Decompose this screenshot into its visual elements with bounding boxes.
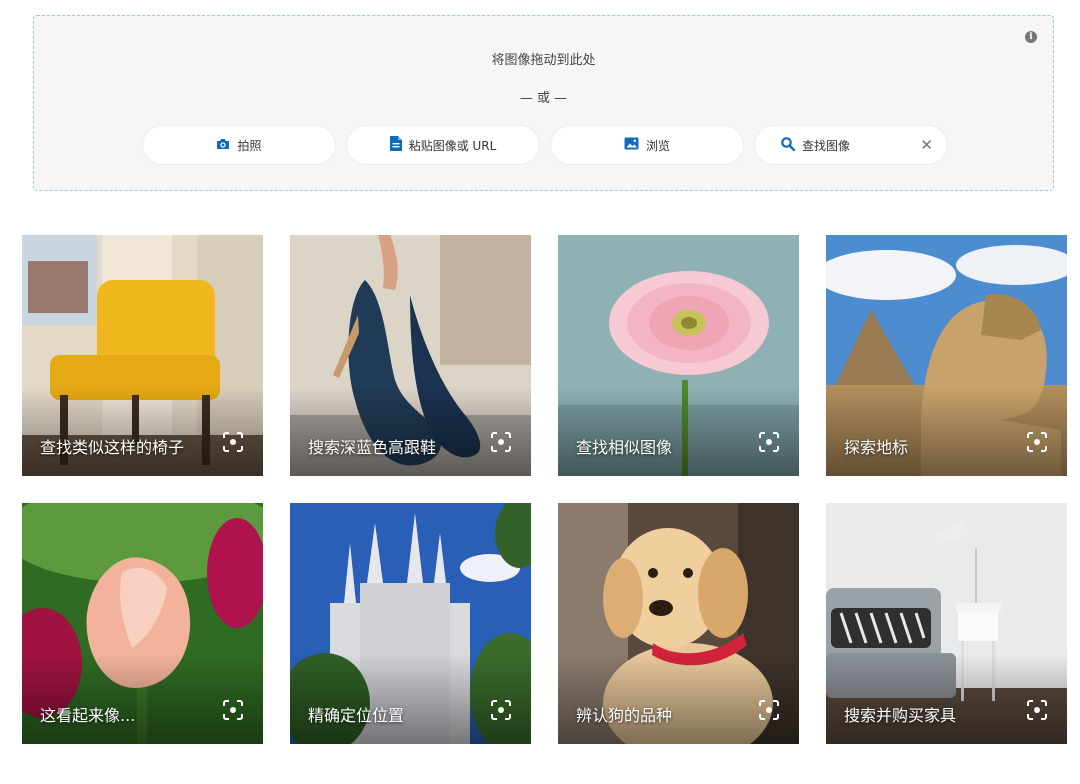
example-tulip[interactable]: 这看起来像... (22, 503, 263, 744)
close-icon[interactable]: ✕ (920, 137, 933, 153)
take-photo-label: 拍照 (237, 138, 262, 153)
example-caption: 探索地标 (844, 438, 909, 457)
example-chair[interactable]: 查找类似这样的椅子 (22, 235, 263, 476)
find-image-label: 查找图像 (802, 138, 851, 153)
visual-search-icon[interactable] (491, 700, 511, 724)
camera-icon (216, 138, 237, 153)
paste-image-url-button[interactable]: 粘贴图像或 URL (346, 125, 540, 165)
example-caption: 查找相似图像 (576, 438, 673, 457)
browse-button[interactable]: 浏览 (550, 125, 744, 165)
document-icon (389, 136, 409, 154)
example-furniture[interactable]: 搜索并购买家具 (826, 503, 1067, 744)
visual-search-icon[interactable] (223, 432, 243, 456)
example-caption: 搜索并购买家具 (844, 706, 957, 725)
example-heels[interactable]: 搜索深蓝色高跟鞋 (290, 235, 531, 476)
or-separator: — 或 — (519, 91, 568, 106)
example-sphinx[interactable]: 探索地标 (826, 235, 1067, 476)
image-icon (624, 137, 646, 153)
example-temple[interactable]: 精确定位位置 (290, 503, 531, 744)
image-drop-zone[interactable]: i 将图像拖动到此处 — 或 — 拍照 粘贴图像或 URL 浏览 查找图像 ✕ (33, 15, 1054, 191)
info-icon[interactable]: i (1025, 31, 1037, 43)
example-caption: 这看起来像... (40, 706, 136, 725)
search-icon (781, 136, 802, 154)
example-caption: 查找类似这样的椅子 (40, 438, 185, 457)
drop-zone-title: 将图像拖动到此处 (491, 53, 596, 68)
example-dog[interactable]: 辨认狗的品种 (558, 503, 799, 744)
visual-search-icon[interactable] (1027, 700, 1047, 724)
visual-search-icon[interactable] (223, 700, 243, 724)
visual-search-icon[interactable] (759, 432, 779, 456)
example-caption: 辨认狗的品种 (576, 706, 673, 725)
take-photo-button[interactable]: 拍照 (142, 125, 336, 165)
visual-search-icon[interactable] (759, 700, 779, 724)
example-caption: 搜索深蓝色高跟鞋 (308, 438, 437, 457)
browse-label: 浏览 (645, 138, 670, 153)
example-caption: 精确定位位置 (308, 706, 405, 725)
paste-image-url-label: 粘贴图像或 URL (408, 138, 497, 153)
find-image-search-box[interactable]: 查找图像 ✕ (754, 125, 948, 165)
example-flower[interactable]: 查找相似图像 (558, 235, 799, 476)
visual-search-icon[interactable] (1027, 432, 1047, 456)
visual-search-icon[interactable] (491, 432, 511, 456)
